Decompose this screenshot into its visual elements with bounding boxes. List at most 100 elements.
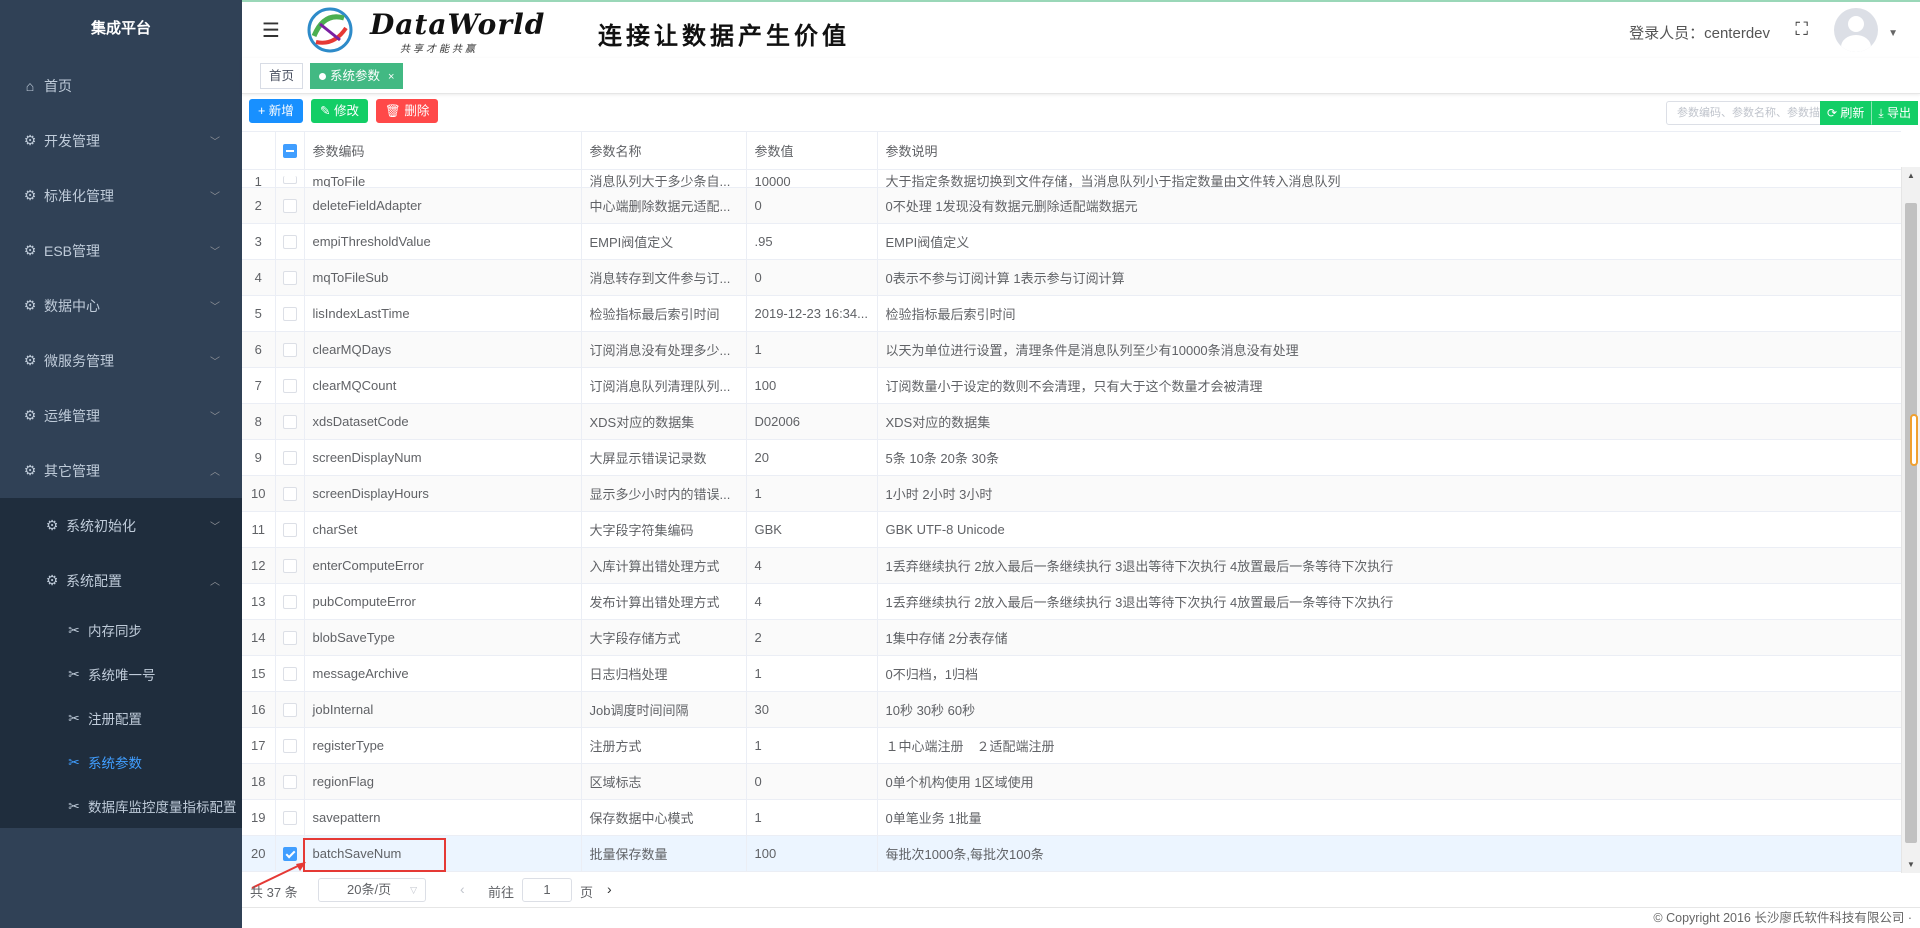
leaf-item-2[interactable]: ✂ 注册配置 (0, 696, 242, 740)
sidebar-item-7[interactable]: ⚙ 其它管理 ︿ (0, 443, 242, 498)
row-checkbox-cell[interactable] (275, 403, 305, 440)
row-checkbox[interactable] (282, 558, 297, 573)
sidebar-item-1[interactable]: ⚙ 开发管理 ﹀ (0, 113, 242, 168)
row-checkbox-cell[interactable] (275, 763, 305, 800)
tag-home[interactable]: 首页 (260, 63, 304, 89)
row-checkbox[interactable] (282, 774, 297, 789)
row-checkbox-cell[interactable] (275, 223, 305, 260)
row-checkbox[interactable] (282, 176, 297, 185)
table-row[interactable]: 4 mqToFileSub 消息转存到文件参与订... 0 0表示不参与订阅计算 1表示… (242, 259, 1901, 296)
sidebar-item-6[interactable]: ⚙ 运维管理 ﹀ (0, 388, 242, 443)
table-row[interactable]: 3 empiThresholdValue EMPI阀值定义 .95 EMPI阀值定义 (242, 223, 1901, 260)
table-row[interactable]: 18 regionFlag 区域标志 0 0单个机构使用 1区域使用 (242, 763, 1901, 800)
sidebar-item-0[interactable]: ⌂ 首页 (0, 58, 242, 113)
row-checkbox-cell[interactable] (275, 655, 305, 692)
table-row[interactable]: 6 clearMQDays 订阅消息没有处理多少... 1 以天为单位进行设置，清理条件… (242, 331, 1901, 368)
row-checkbox[interactable] (282, 702, 297, 717)
page-input[interactable]: 1 (522, 878, 572, 902)
table-row[interactable]: 1 mqToFile 消息队列大于多少条自... 10000 大于指定条数据切换… (242, 169, 1901, 188)
vertical-scrollbar[interactable]: ▲ ▼ (1901, 167, 1920, 873)
leaf-item-0[interactable]: ✂ 内存同步 (0, 608, 242, 652)
table-row[interactable]: 10 screenDisplayHours 显示多少小时内的错误... 1 1小时 2小… (242, 475, 1901, 512)
row-checkbox[interactable] (282, 846, 297, 861)
scroll-handle[interactable] (1910, 414, 1918, 466)
row-checkbox-cell[interactable] (275, 691, 305, 728)
row-checkbox[interactable] (282, 594, 297, 609)
scroll-down-icon[interactable]: ▼ (1907, 860, 1915, 869)
row-checkbox-cell[interactable] (275, 259, 305, 296)
edit-button[interactable]: ✎ 修改 (311, 99, 368, 123)
row-checkbox[interactable] (282, 342, 297, 357)
select-all-checkbox[interactable] (282, 144, 297, 159)
table-row[interactable]: 14 blobSaveType 大字段存储方式 2 1集中存储 2分表存储 (242, 619, 1901, 656)
scrollbar-thumb[interactable] (1905, 203, 1917, 843)
table-row[interactable]: 2 deleteFieldAdapter 中心端删除数据元适配... 0 0不处理 1发… (242, 187, 1901, 224)
hamburger-icon[interactable]: ☰ (262, 18, 280, 43)
row-checkbox[interactable] (282, 522, 297, 537)
row-checkbox[interactable] (282, 810, 297, 825)
table-row[interactable]: 15 messageArchive 日志归档处理 1 0不归档，1归档 (242, 655, 1901, 692)
table-row[interactable]: 13 pubComputeError 发布计算出错处理方式 4 1丢弃继续执行 2放入最… (242, 583, 1901, 620)
close-icon[interactable]: × (388, 71, 394, 83)
avatar[interactable] (1834, 8, 1878, 52)
refresh-button[interactable]: ⟳ 刷新 (1819, 101, 1872, 125)
row-checkbox-cell[interactable] (275, 727, 305, 764)
row-checkbox-cell[interactable] (275, 367, 305, 404)
page-size-select[interactable]: 20条/页 ▽ (318, 878, 426, 902)
header-code[interactable]: 参数编码 (304, 132, 582, 170)
scroll-up-icon[interactable]: ▲ (1907, 171, 1915, 180)
row-checkbox[interactable] (282, 630, 297, 645)
row-checkbox-cell[interactable] (275, 799, 305, 836)
row-checkbox-cell[interactable] (275, 547, 305, 584)
row-checkbox-cell[interactable] (275, 169, 305, 188)
delete-button[interactable]: 🗑 删除 (376, 99, 439, 123)
row-checkbox-cell[interactable] (275, 511, 305, 548)
header-select-all[interactable] (275, 132, 305, 170)
row-checkbox[interactable] (282, 666, 297, 681)
submenu-item-1[interactable]: ⚙ 系统配置 ︿ (0, 553, 242, 608)
row-checkbox[interactable] (282, 414, 297, 429)
row-checkbox-cell[interactable] (275, 295, 305, 332)
row-checkbox-cell[interactable] (275, 583, 305, 620)
row-checkbox-cell[interactable] (275, 475, 305, 512)
row-checkbox[interactable] (282, 378, 297, 393)
table-row[interactable]: 5 lisIndexLastTime 检验指标最后索引时间 2019-12-23 16… (242, 295, 1901, 332)
row-checkbox-cell[interactable] (275, 187, 305, 224)
prev-page-icon[interactable]: ‹ (460, 881, 465, 897)
header-desc[interactable]: 参数说明 (877, 132, 1901, 170)
leaf-item-4[interactable]: ✂ 数据库监控度量指标配置 (0, 784, 242, 828)
table-row[interactable]: 8 xdsDatasetCode XDS对应的数据集 D02006 XDS对应的数据集 (242, 403, 1901, 440)
sidebar-item-3[interactable]: ⚙ ESB管理 ﹀ (0, 223, 242, 278)
leaf-item-3[interactable]: ✂ 系统参数 (0, 740, 242, 784)
table-row[interactable]: 19 savepattern 保存数据中心模式 1 0单笔业务 1批量 (242, 799, 1901, 836)
tag-system-params[interactable]: 系统参数 × (310, 63, 404, 89)
next-page-icon[interactable]: › (607, 881, 612, 897)
table-row[interactable]: 7 clearMQCount 订阅消息队列清理队列... 100 订阅数量小于设定的数则… (242, 367, 1901, 404)
fullscreen-icon[interactable]: ⛶ (1795, 19, 1808, 40)
table-row[interactable]: 11 charSet 大字段字符集编码 GBK GBK UTF-8 Unicode (242, 511, 1901, 548)
row-checkbox-cell[interactable] (275, 439, 305, 476)
header-value[interactable]: 参数值 (746, 132, 878, 170)
row-checkbox[interactable] (282, 306, 297, 321)
add-button[interactable]: + 新增 (249, 99, 303, 123)
table-row[interactable]: 17 registerType 注册方式 1 １中心端注册 ２适配端注册 (242, 727, 1901, 764)
row-checkbox[interactable] (282, 234, 297, 249)
sidebar-item-5[interactable]: ⚙ 微服务管理 ﹀ (0, 333, 242, 388)
table-row[interactable]: 12 enterComputeError 入库计算出错处理方式 4 1丢弃继续执行 2放… (242, 547, 1901, 584)
row-checkbox-cell[interactable] (275, 331, 305, 368)
sidebar-item-4[interactable]: ⚙ 数据中心 ﹀ (0, 278, 242, 333)
leaf-item-1[interactable]: ✂ 系统唯一号 (0, 652, 242, 696)
submenu-item-0[interactable]: ⚙ 系统初始化 ﹀ (0, 498, 242, 553)
header-name[interactable]: 参数名称 (581, 132, 747, 170)
table-row[interactable]: 9 screenDisplayNum 大屏显示错误记录数 20 5条 10条 20条 3… (242, 439, 1901, 476)
row-checkbox[interactable] (282, 738, 297, 753)
row-checkbox[interactable] (282, 450, 297, 465)
table-row[interactable]: 20 batchSaveNum 批量保存数量 100 每批次1000条,每批次100条 (242, 835, 1901, 872)
export-button[interactable]: ⤓ 导出 (1871, 101, 1918, 125)
table-row[interactable]: 16 jobInternal Job调度时间间隔 30 10秒 30秒 60秒 (242, 691, 1901, 728)
sidebar-item-2[interactable]: ⚙ 标准化管理 ﹀ (0, 168, 242, 223)
row-checkbox-cell[interactable] (275, 619, 305, 656)
row-checkbox[interactable] (282, 198, 297, 213)
row-checkbox[interactable] (282, 486, 297, 501)
caret-down-icon[interactable]: ▼ (1888, 28, 1898, 39)
